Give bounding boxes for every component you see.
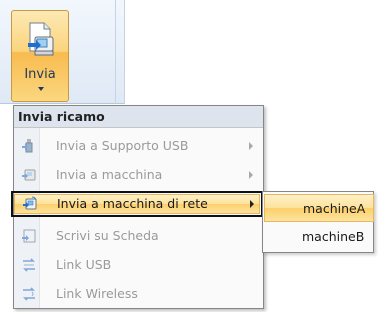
submenu-item-label: machineA: [303, 201, 366, 216]
menu-item-label: Invia a macchina: [56, 167, 163, 182]
menu-header: Invia ricamo: [14, 106, 263, 128]
menu-item-link-usb[interactable]: Link USB: [14, 253, 263, 277]
menu-item-label: Scrivi su Scheda: [56, 228, 159, 243]
submenu-arrow-icon: [249, 142, 253, 150]
usb-drive-icon: [22, 139, 33, 153]
menu-item-label: Link USB: [56, 257, 112, 272]
menu-item-label: Link Wireless: [56, 286, 138, 301]
sewing-machine-icon: [22, 169, 36, 181]
usb-link-icon: [23, 258, 35, 272]
menu-item-write-card[interactable]: Scrivi su Scheda: [14, 224, 263, 248]
submenu-item-machine-a[interactable]: machineA: [264, 194, 374, 222]
send-dropdown-menu: Invia ricamo Invia a Supporto USB Invia …: [11, 105, 264, 309]
menu-item-label: Invia a Supporto USB: [56, 138, 189, 153]
menu-item-label: Invia a macchina di rete: [57, 196, 208, 211]
send-to-machine-icon: [28, 22, 54, 56]
menu-item-link-wireless[interactable]: Link Wireless: [14, 282, 263, 306]
ribbon-separator: [115, 0, 116, 104]
send-button-label: Invia: [24, 67, 56, 82]
wireless-link-icon: [23, 287, 35, 301]
card-write-icon: [22, 229, 36, 243]
network-machine-icon: [23, 196, 37, 210]
submenu-item-label: machineB: [302, 229, 365, 244]
network-machine-submenu: machineA machineB: [262, 191, 374, 253]
submenu-item-machine-b[interactable]: machineB: [264, 223, 374, 251]
submenu-arrow-icon: [249, 171, 253, 179]
menu-item-send-machine[interactable]: Invia a macchina: [14, 163, 263, 187]
submenu-arrow-icon: [250, 200, 254, 208]
menu-item-send-usb-media[interactable]: Invia a Supporto USB: [14, 134, 263, 158]
send-button[interactable]: Invia: [11, 10, 69, 102]
chevron-down-icon: [38, 87, 44, 91]
ribbon-separator: [124, 0, 125, 104]
menu-item-send-network-machine[interactable]: Invia a macchina di rete: [11, 191, 263, 217]
